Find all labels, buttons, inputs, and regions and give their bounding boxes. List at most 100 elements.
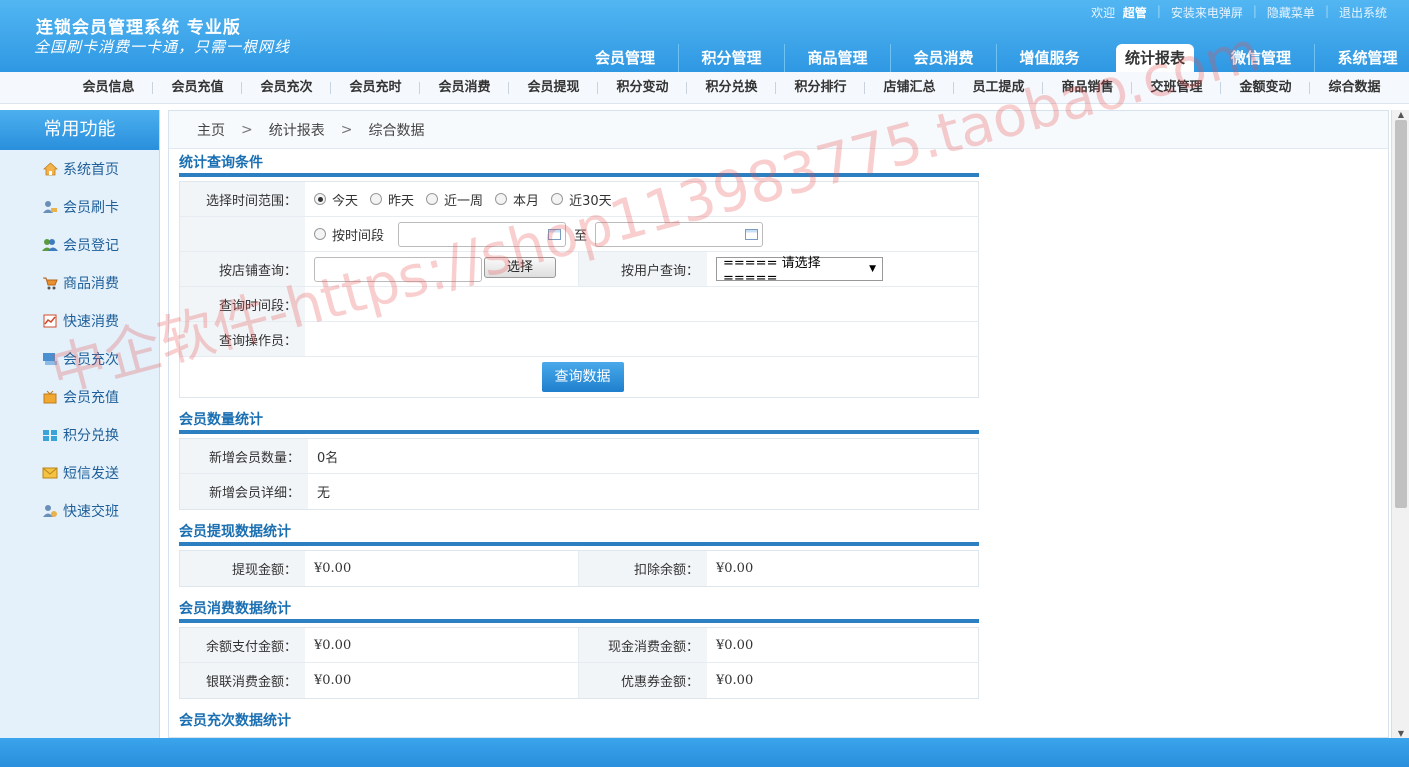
sidebar-item-product-consume[interactable]: 商品消费 — [0, 264, 159, 302]
start-date-input[interactable] — [398, 221, 567, 247]
subnav-points-change[interactable]: 积分变动 — [598, 72, 687, 103]
sidebar-item-recharge[interactable]: 会员充值 — [0, 378, 159, 416]
to-label: 至 — [574, 228, 588, 244]
radio-icon — [551, 193, 564, 205]
radio-last-30-days[interactable]: 近30天 — [551, 190, 612, 209]
sidebar-item-quick-shift[interactable]: 快速交班 — [0, 492, 159, 530]
subnav-product-sales[interactable]: 商品销售 — [1043, 72, 1132, 103]
tab-value-added[interactable]: 增值服务 — [996, 44, 1102, 72]
sidebar-item-label: 快速消费 — [63, 314, 119, 330]
sidebar-item-quick-consume[interactable]: 快速消费 — [0, 302, 159, 340]
end-date-input[interactable] — [595, 221, 764, 247]
logout-link[interactable]: 退出系统 — [1329, 4, 1397, 21]
tab-member-manage[interactable]: 会员管理 — [572, 44, 678, 72]
user-select[interactable]: ===== 请选择 ===== ▼ — [716, 256, 883, 286]
subnav-member-withdraw[interactable]: 会员提现 — [509, 72, 598, 103]
scroll-thumb[interactable] — [1395, 120, 1407, 508]
store-input[interactable] — [314, 256, 482, 282]
sidebar-item-member-card[interactable]: 会员刷卡 — [0, 188, 159, 226]
withdraw-table: 提现金额： ¥0.00 扣除余额： ¥0.00 — [179, 550, 979, 587]
radio-icon — [370, 193, 383, 205]
query-section-title: 统计查询条件 — [179, 149, 979, 177]
footer-bar — [0, 738, 1409, 767]
hide-menu-link[interactable]: 隐藏菜单 — [1257, 4, 1325, 21]
member-register-icon — [42, 237, 58, 253]
app-slogan: 全国刷卡消费一卡通，只需一根网线 — [34, 38, 291, 56]
content-scrollbar[interactable]: ▲ ▼ — [1391, 110, 1409, 738]
cart-icon — [42, 275, 58, 291]
subnav-overall-data[interactable]: 综合数据 — [1310, 72, 1399, 103]
cash-consume-value: ¥0.00 — [716, 637, 754, 653]
deduct-balance-value: ¥0.00 — [716, 561, 754, 576]
tab-product-manage[interactable]: 商品管理 — [784, 44, 890, 72]
tab-system[interactable]: 系统管理 — [1314, 44, 1409, 72]
coupon-amount-label: 优惠券金额： — [579, 663, 707, 698]
subnav-points-rank[interactable]: 积分排行 — [776, 72, 865, 103]
radio-today[interactable]: 今天 — [314, 190, 358, 209]
store-query-label: 按店铺查询： — [180, 252, 305, 286]
member-count-section-title: 会员数量统计 — [179, 406, 979, 434]
subnav-shift-manage[interactable]: 交班管理 — [1132, 72, 1221, 103]
new-member-count-value: 0名 — [317, 450, 339, 466]
main-content: 主页 > 统计报表 > 综合数据 统计查询条件 选择时间范围： 今天 昨天 近一… — [168, 110, 1389, 738]
breadcrumb-home[interactable]: 主页 — [197, 120, 225, 140]
radio-by-period[interactable]: 按时间段 — [314, 225, 384, 244]
query-period-label: 查询时间段： — [180, 287, 305, 321]
radio-this-month[interactable]: 本月 — [495, 190, 539, 209]
scroll-down-icon[interactable]: ▼ — [1392, 729, 1409, 738]
subnav-member-consume[interactable]: 会员消费 — [420, 72, 509, 103]
recharge-count-section-title: 会员充次数据统计 — [179, 713, 291, 729]
cash-consume-label: 现金消费金额： — [579, 628, 707, 662]
tab-member-consume[interactable]: 会员消费 — [890, 44, 996, 72]
radio-last-week[interactable]: 近一周 — [426, 190, 483, 209]
calendar-icon[interactable] — [745, 228, 759, 240]
home-icon — [42, 161, 58, 177]
member-card-icon — [42, 199, 58, 215]
select-store-button[interactable]: 选择 — [484, 256, 556, 278]
consume-table: 余额支付金额： ¥0.00 现金消费金额： ¥0.00 银联消费金额： ¥0.0… — [179, 627, 979, 699]
withdraw-amount-value: ¥0.00 — [305, 551, 579, 586]
query-submit-button[interactable]: 查询数据 — [541, 362, 624, 392]
subnav-staff-commission[interactable]: 员工提成 — [954, 72, 1043, 103]
sidebar-item-label: 系统首页 — [63, 162, 119, 178]
sidebar-item-points-exchange[interactable]: 积分兑换 — [0, 416, 159, 454]
calendar-icon[interactable] — [548, 228, 562, 240]
subnav-amount-change[interactable]: 金额变动 — [1221, 72, 1310, 103]
subnav-store-summary[interactable]: 店铺汇总 — [865, 72, 954, 103]
sidebar-item-label: 快速交班 — [63, 504, 119, 520]
new-member-detail-label: 新增会员详细： — [180, 474, 308, 509]
subnav-member-recharge-count[interactable]: 会员充次 — [242, 72, 331, 103]
sidebar-item-sms-send[interactable]: 短信发送 — [0, 454, 159, 492]
sidebar-item-label: 短信发送 — [63, 466, 119, 482]
breadcrumb: 主页 > 统计报表 > 综合数据 — [169, 111, 1388, 149]
sidebar-item-member-register[interactable]: 会员登记 — [0, 226, 159, 264]
tab-reports[interactable]: 统计报表 — [1116, 44, 1194, 72]
user-query-label: 按用户查询： — [579, 252, 707, 286]
subnav-member-recharge-time[interactable]: 会员充时 — [331, 72, 420, 103]
new-member-detail-value: 无 — [317, 486, 331, 501]
member-count-table: 新增会员数量： 0名 新增会员详细： 无 — [179, 438, 979, 510]
install-popup-link[interactable]: 安装来电弹屏 — [1161, 4, 1253, 21]
breadcrumb-reports[interactable]: 统计报表 — [269, 120, 325, 140]
time-range-label: 选择时间范围： — [180, 182, 305, 216]
subnav-member-recharge[interactable]: 会员充值 — [153, 72, 242, 103]
gift-icon — [42, 427, 58, 443]
radio-icon — [495, 193, 508, 205]
dropdown-arrow-icon: ▼ — [869, 264, 876, 274]
sidebar-item-recharge-count[interactable]: 会员充次 — [0, 340, 159, 378]
radio-yesterday[interactable]: 昨天 — [370, 190, 414, 209]
radio-checked-icon — [314, 193, 326, 205]
scroll-up-icon[interactable]: ▲ — [1392, 110, 1409, 119]
withdraw-amount-label: 提现金额： — [180, 551, 305, 586]
consume-section-title: 会员消费数据统计 — [179, 595, 979, 623]
sidebar-item-home[interactable]: 系统首页 — [0, 150, 159, 188]
tab-points-manage[interactable]: 积分管理 — [678, 44, 784, 72]
chart-icon — [42, 313, 58, 329]
sidebar-item-label: 商品消费 — [63, 276, 119, 292]
current-user: 超管 — [1122, 6, 1147, 20]
subnav-member-info[interactable]: 会员信息 — [64, 72, 153, 103]
main-nav: 会员管理 积分管理 商品管理 会员消费 增值服务 统计报表 微信管理 系统管理 — [572, 44, 1409, 72]
unionpay-consume-value: ¥0.00 — [305, 663, 579, 698]
tab-wechat[interactable]: 微信管理 — [1208, 44, 1314, 72]
subnav-points-exchange[interactable]: 积分兑换 — [687, 72, 776, 103]
